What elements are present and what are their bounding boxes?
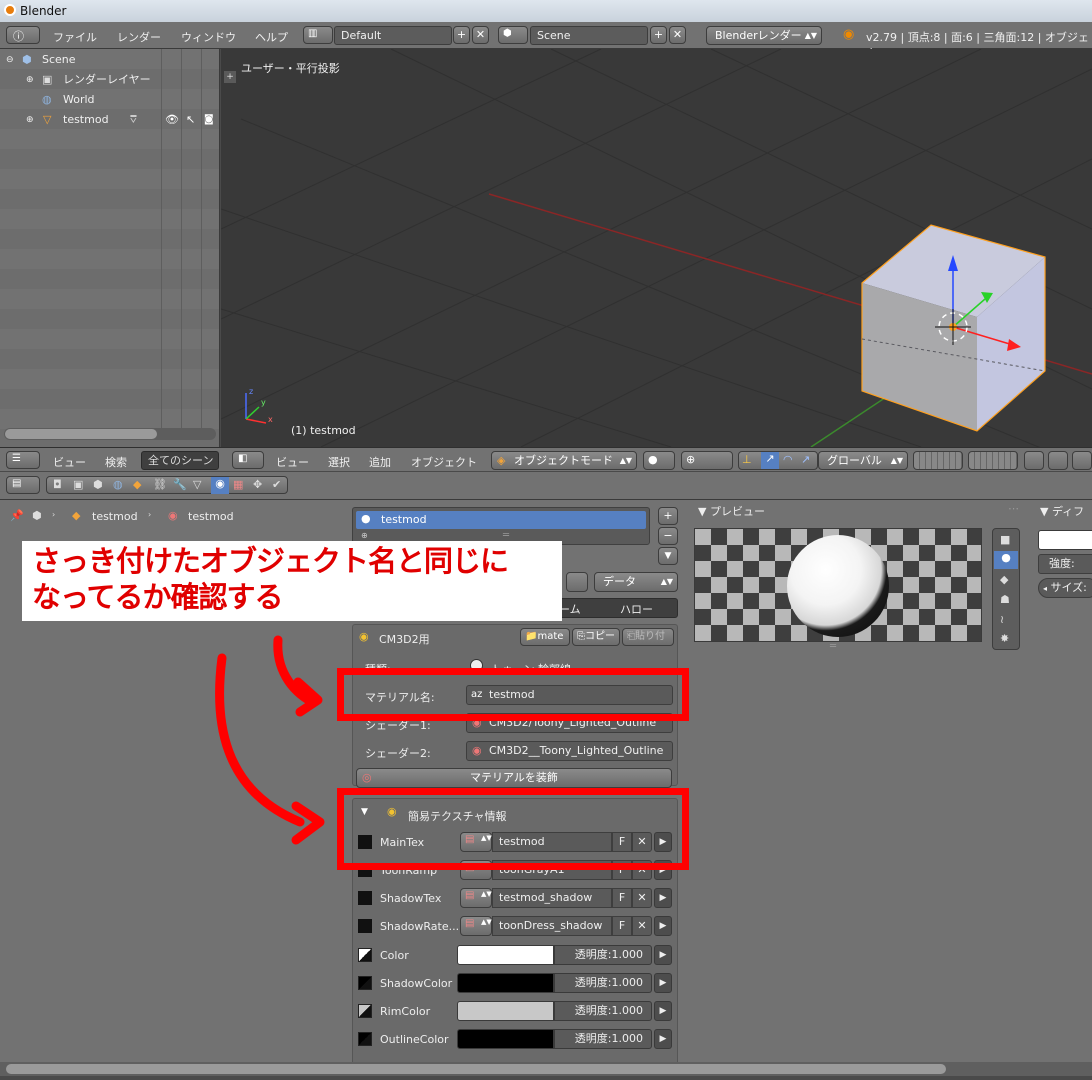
annotation-arrows <box>215 635 325 845</box>
